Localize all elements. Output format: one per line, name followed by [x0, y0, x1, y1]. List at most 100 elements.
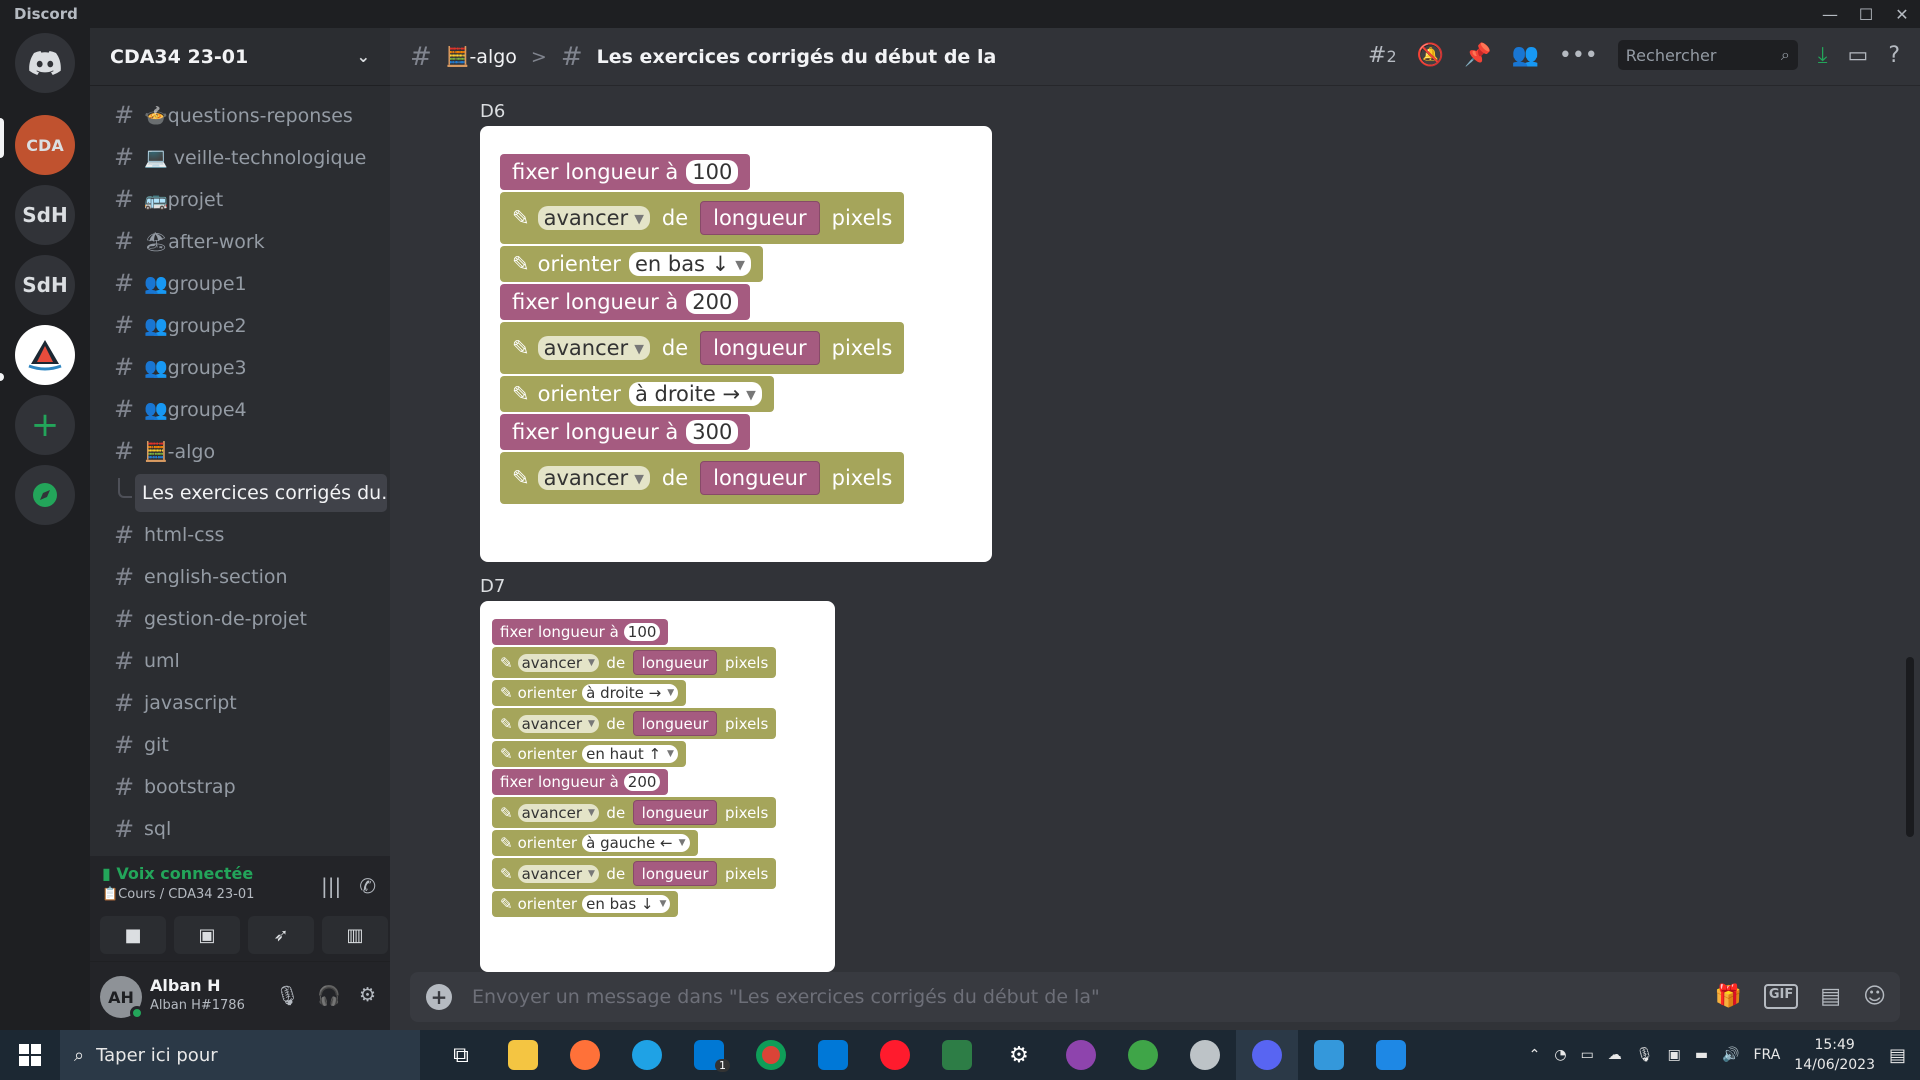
thread-exercices-corriges[interactable]: Les exercices corrigés du...	[135, 474, 387, 512]
download-icon[interactable]: ⤓	[1818, 43, 1828, 68]
language-indicator[interactable]: FRA	[1753, 1047, 1780, 1063]
discord-home-icon[interactable]	[15, 33, 75, 93]
chevron-up-icon[interactable]: ⌃	[1529, 1047, 1541, 1063]
close-button[interactable]: ✕	[1884, 0, 1920, 28]
camera-icon[interactable]: ■	[100, 916, 166, 954]
volume-icon[interactable]: 🔊	[1722, 1047, 1739, 1063]
mail-icon[interactable]: 1	[678, 1030, 740, 1080]
channel-groupe1[interactable]: # 👥groupe1	[100, 264, 388, 302]
image-attachment-d6[interactable]: fixer longueur à 100 ✎ avancer ▼ de longueur pi…	[480, 126, 992, 562]
add-server-button[interactable]: +	[15, 395, 75, 455]
microphone-tray-icon[interactable]: 🎙	[1636, 1047, 1654, 1063]
network-icon[interactable]: ◔	[1554, 1047, 1566, 1063]
onedrive-icon[interactable]: ☁	[1608, 1047, 1622, 1063]
edge-icon[interactable]	[616, 1030, 678, 1080]
settings-icon[interactable]: ⚙	[988, 1030, 1050, 1080]
notifications-icon[interactable]: ▤	[1889, 1045, 1906, 1066]
help-icon[interactable]: ?	[1888, 43, 1900, 68]
channel-bootstrap[interactable]: # bootstrap	[100, 768, 388, 806]
voice-status[interactable]: ▮ Voix connectée	[102, 864, 253, 883]
battery-icon[interactable]: ▬	[1695, 1047, 1708, 1063]
screen-share-icon[interactable]: ▣	[174, 916, 240, 954]
task-view-icon[interactable]: ⧉	[430, 1030, 492, 1080]
channel-after-work[interactable]: # 🏖after-work	[100, 222, 388, 260]
guild-cda34[interactable]: CDA	[15, 115, 75, 175]
add-attachment-button[interactable]: +	[426, 984, 452, 1010]
system-tray: ⌃ ◔ ▭ ☁ 🎙 ▣ ▬ 🔊 FRA 15:49 14/06/2023 ▤	[1529, 1030, 1920, 1080]
number-chip: 100	[686, 160, 739, 184]
meet-now-icon[interactable]: ▭	[1581, 1047, 1594, 1063]
mute-notifications-icon[interactable]: 🔕	[1417, 43, 1444, 68]
channel-groupe4[interactable]: # 👥groupe4	[100, 390, 388, 428]
breadcrumb-channel[interactable]: 🧮-algo	[446, 45, 517, 68]
headphones-icon[interactable]: 🎧	[317, 984, 341, 1007]
maximize-button[interactable]: ☐	[1848, 0, 1884, 28]
start-button[interactable]	[0, 1030, 60, 1080]
avatar[interactable]: AH	[100, 976, 144, 1020]
dropdown-label: en bas ↓	[634, 252, 730, 276]
more-options-icon[interactable]: •••	[1559, 43, 1598, 68]
vscode-icon[interactable]	[802, 1030, 864, 1080]
channel-algo[interactable]: # 🧮-algo	[100, 432, 388, 470]
control-panel-icon[interactable]	[1298, 1030, 1360, 1080]
display-icon[interactable]: ▣	[1668, 1047, 1681, 1063]
pin-icon[interactable]: 📌	[1464, 43, 1491, 68]
game-icon[interactable]	[1050, 1030, 1112, 1080]
mouse-app-icon[interactable]	[1174, 1030, 1236, 1080]
emoji-icon[interactable]: ☺	[1863, 984, 1886, 1009]
channel-veille-technologique[interactable]: # 💻 veille-technologique	[100, 138, 388, 176]
threads-button[interactable]: #2	[1368, 43, 1397, 68]
photos-icon[interactable]	[1360, 1030, 1422, 1080]
chrome-icon[interactable]	[740, 1030, 802, 1080]
disconnect-icon[interactable]: ✆	[359, 874, 376, 898]
sticker-icon[interactable]: ▤	[1820, 984, 1841, 1009]
guild-sdh-1[interactable]: SdH	[15, 185, 75, 245]
channel-sql[interactable]: # sql	[100, 810, 388, 848]
inbox-icon[interactable]: ▭	[1848, 43, 1869, 68]
gear-icon[interactable]: ⚙	[359, 984, 376, 1007]
channel-uml[interactable]: # uml	[100, 642, 388, 680]
channel-groupe3[interactable]: # 👥groupe3	[100, 348, 388, 386]
activity-rocket-icon[interactable]: ➶	[248, 916, 314, 954]
noise-suppression-icon[interactable]: |||	[321, 874, 341, 898]
minimize-button[interactable]: —	[1812, 0, 1848, 28]
message-composer[interactable]: + Envoyer un message dans "Les exercices…	[410, 972, 1900, 1022]
hash-icon: #	[114, 689, 135, 717]
gif-button[interactable]: GIF	[1763, 984, 1799, 1009]
app-icon[interactable]	[926, 1030, 988, 1080]
channel-groupe2[interactable]: # 👥groupe2	[100, 306, 388, 344]
guild-sailboat[interactable]	[15, 325, 75, 385]
explore-servers-button[interactable]	[15, 465, 75, 525]
channel-english-section[interactable]: # english-section	[100, 558, 388, 596]
guild-sdh-2[interactable]: SdH	[15, 255, 75, 315]
image-attachment-d7[interactable]: fixer longueur à 100 ✎ avancer ▼ de longueur pi…	[480, 601, 835, 972]
variable-chip: longueur	[700, 331, 820, 365]
soundboard-icon[interactable]: ▥	[322, 916, 388, 954]
gift-icon[interactable]: 🎁	[1714, 984, 1741, 1009]
opera-icon[interactable]	[864, 1030, 926, 1080]
utorrent-icon[interactable]	[1112, 1030, 1174, 1080]
file-explorer-icon[interactable]	[492, 1030, 554, 1080]
discord-taskbar-icon[interactable]	[1236, 1030, 1298, 1080]
firefox-icon[interactable]	[554, 1030, 616, 1080]
block-text: de	[661, 206, 689, 230]
clock[interactable]: 15:49 14/06/2023	[1794, 1035, 1875, 1075]
hash-icon: #	[114, 269, 135, 297]
voice-status-label: Voix connectée	[116, 864, 254, 883]
search-input[interactable]: Rechercher ⌕	[1617, 40, 1798, 70]
user-tag: Alban H#1786	[150, 998, 245, 1013]
message-scrollbar[interactable]	[1906, 657, 1914, 837]
channel-git[interactable]: # git	[100, 726, 388, 764]
channel-projet[interactable]: # 🚌projet	[100, 180, 388, 218]
members-icon[interactable]: 👥	[1511, 43, 1538, 68]
hash-icon: #	[114, 227, 135, 255]
voice-channel-name[interactable]: 📋Cours / CDA34 23-01	[102, 887, 254, 902]
microphone-icon[interactable]: 🎙	[275, 984, 299, 1007]
move-block: ✎ avancer ▼ de longueur pixels	[492, 797, 777, 828]
channel-javascript[interactable]: # javascript	[100, 684, 388, 722]
channel-gestion-de-projet[interactable]: # gestion-de-projet	[100, 600, 388, 638]
taskbar-search[interactable]: ⌕ Taper ici pour	[60, 1030, 420, 1080]
server-header[interactable]: CDA34 23-01 ⌄	[90, 28, 390, 86]
channel-html-css[interactable]: # html-css	[100, 516, 388, 554]
channel-questions-reponses[interactable]: # 🍲questions-reponses	[100, 96, 388, 134]
